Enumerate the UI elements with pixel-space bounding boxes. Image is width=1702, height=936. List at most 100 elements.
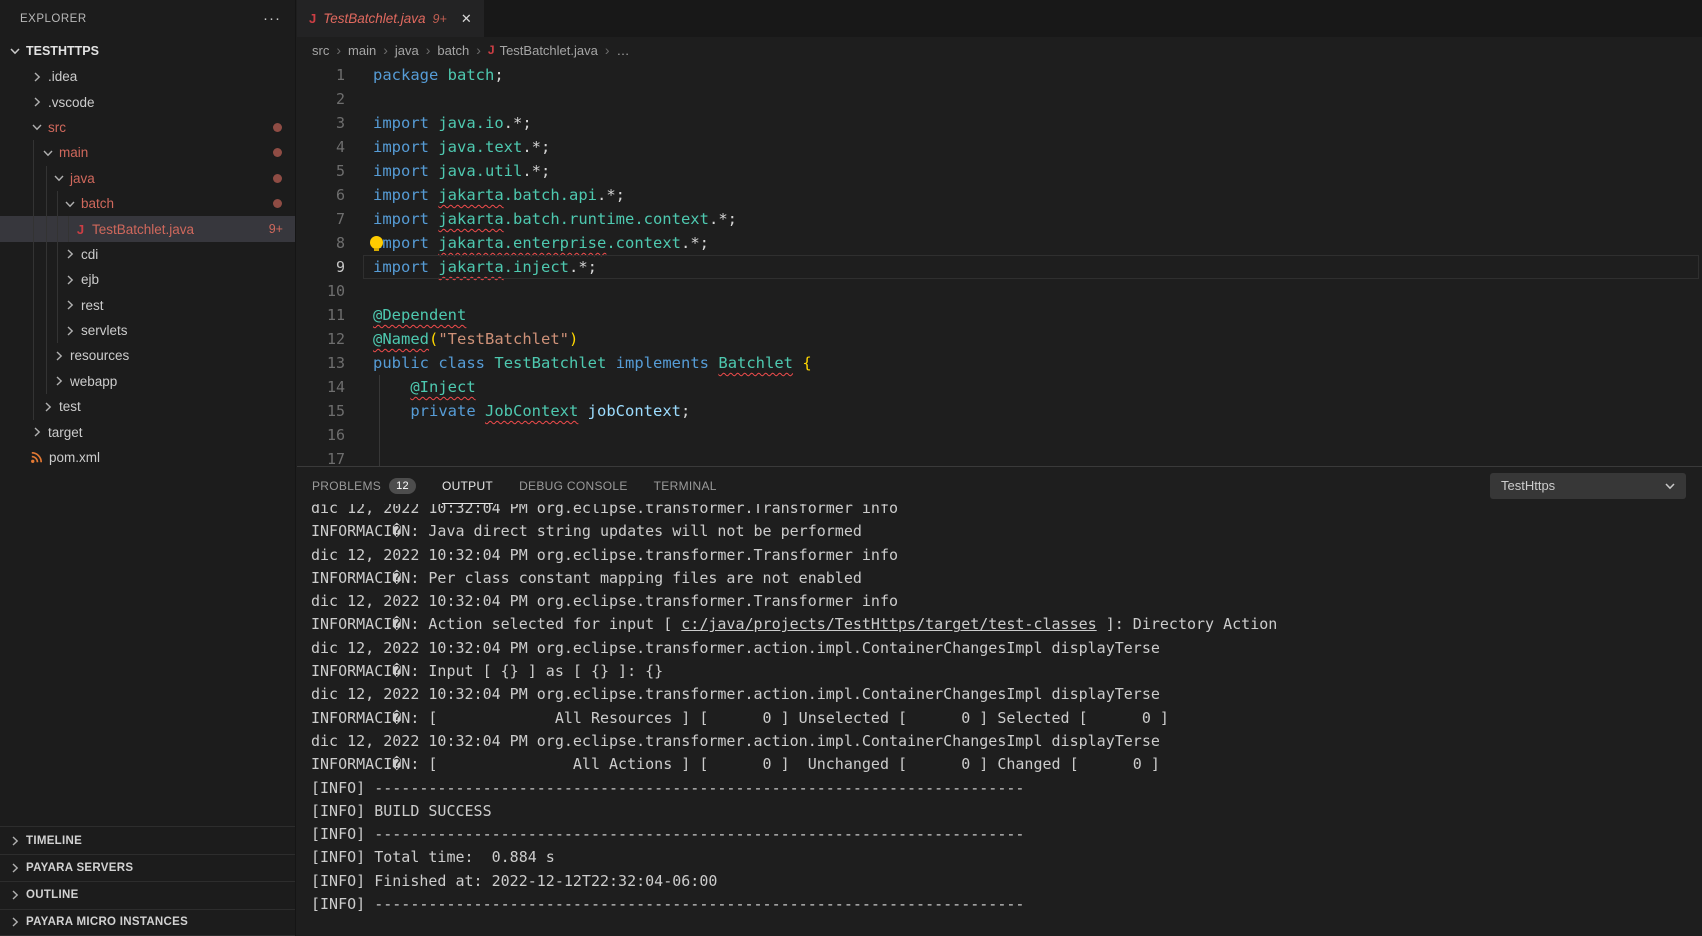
workspace-root-row[interactable]: TESTHTTPS: [0, 38, 295, 64]
sidebar-section-outline[interactable]: OUTLINE: [0, 881, 295, 908]
close-icon[interactable]: ✕: [461, 11, 472, 27]
error-dot-badge: [273, 123, 282, 132]
code-editor[interactable]: 1package batch; 2 3 import java.io.*; 4impor…: [297, 63, 1702, 466]
output-line: dic 12, 2022 10:32:04 PM org.eclipse.tra…: [311, 590, 1702, 613]
tree-item-label: src: [48, 120, 66, 135]
line-number: 9: [297, 258, 345, 276]
indent-guide: [57, 191, 58, 343]
panel-tab-terminal[interactable]: TERMINAL: [654, 467, 717, 504]
tree-item-target[interactable]: target: [0, 419, 295, 444]
code-line-17[interactable]: 17: [297, 447, 1702, 466]
code-line-11[interactable]: 11@Dependent: [297, 303, 1702, 327]
output-line: dic 12, 2022 10:32:04 PM org.eclipse.tra…: [311, 637, 1702, 660]
chevron-right-icon: [29, 69, 45, 85]
sidebar-section-payara-micro-instances[interactable]: PAYARA MICRO INSTANCES: [0, 909, 295, 936]
chevron-right-icon: [62, 272, 78, 288]
code-text: import java.io.*;: [373, 114, 532, 132]
code-text: import java.text.*;: [373, 138, 550, 156]
tree-item-label: .idea: [48, 69, 77, 84]
code-text: @Inject: [373, 378, 476, 396]
code-line-2[interactable]: 2: [297, 87, 1702, 111]
tree-item-idea[interactable]: .idea: [0, 64, 295, 89]
tree-item-ejb[interactable]: ejb: [0, 267, 295, 292]
tree-item-batch[interactable]: batch: [0, 191, 295, 216]
line-number: 12: [297, 330, 345, 348]
panel-tab-output[interactable]: OUTPUT: [442, 467, 493, 504]
line-number: 2: [297, 90, 345, 108]
tree-item-servlets[interactable]: servlets: [0, 318, 295, 343]
error-dot-badge: [273, 199, 282, 208]
code-line-14[interactable]: 14 @Inject: [297, 375, 1702, 399]
tree-item-resources[interactable]: resources: [0, 343, 295, 368]
error-dot-badge: [273, 174, 282, 183]
tree-item-cdi[interactable]: cdi: [0, 242, 295, 267]
more-actions-icon[interactable]: ···: [263, 14, 281, 24]
tree-item-rest[interactable]: rest: [0, 293, 295, 318]
output-path-link[interactable]: c:/java/projects/TestHttps/target/test-c…: [681, 615, 1096, 633]
explorer-sidebar: EXPLORER ··· TESTHTTPS .idea .vscode src ma…: [0, 0, 296, 936]
tree-item-label: TestBatchlet.java: [92, 222, 194, 237]
tree-item-vscode[interactable]: .vscode: [0, 89, 295, 114]
tree-item-label: java: [70, 171, 95, 186]
tree-item-label: .vscode: [48, 95, 95, 110]
indent-guide: [33, 140, 34, 419]
explorer-header: EXPLORER ···: [0, 0, 295, 38]
tree-item-test[interactable]: test: [0, 394, 295, 419]
tree-item-webapp[interactable]: webapp: [0, 369, 295, 394]
lightbulb-icon[interactable]: [370, 236, 383, 249]
code-line-10[interactable]: 10: [297, 279, 1702, 303]
line-number: 15: [297, 402, 345, 420]
chevron-down-icon: [51, 170, 67, 186]
breadcrumb-item-src[interactable]: src: [312, 43, 329, 58]
line-number: 14: [297, 378, 345, 396]
panel-tab-problems[interactable]: PROBLEMS12: [312, 467, 416, 504]
code-line-1[interactable]: 1package batch;: [297, 63, 1702, 87]
output-line: INFORMACI�N: Java direct string updates …: [311, 520, 1702, 543]
tree-item-label: ejb: [81, 272, 99, 287]
code-line-13[interactable]: 13public class TestBatchlet implements B…: [297, 351, 1702, 375]
breadcrumb-item-batch[interactable]: batch: [437, 43, 469, 58]
breadcrumb-item-testbatchlet-java[interactable]: TestBatchlet.java: [500, 43, 598, 58]
sidebar-section-timeline[interactable]: TIMELINE: [0, 826, 295, 853]
code-text: @Named("TestBatchlet"): [373, 330, 578, 348]
code-line-15[interactable]: 15 private JobContext jobContext;: [297, 399, 1702, 423]
code-text: package batch;: [373, 66, 504, 84]
line-number: 5: [297, 162, 345, 180]
chevron-right-icon: [62, 297, 78, 313]
tree-item-label: webapp: [70, 374, 117, 389]
code-line-6[interactable]: 6import jakarta.batch.api.*;: [297, 183, 1702, 207]
code-line-4[interactable]: 4import java.text.*;: [297, 135, 1702, 159]
code-line-5[interactable]: 5import java.util.*;: [297, 159, 1702, 183]
breadcrumb-item-java[interactable]: java: [395, 43, 419, 58]
code-line-8[interactable]: 8import jakarta.enterprise.context.*;: [297, 231, 1702, 255]
sidebar-section-payara-servers[interactable]: PAYARA SERVERS: [0, 854, 295, 881]
bottom-panel: PROBLEMS12 OUTPUT DEBUG CONSOLE TERMINAL Te…: [297, 466, 1702, 936]
tree-item-pom-xml[interactable]: pom.xml: [0, 445, 295, 470]
code-line-7[interactable]: 7import jakarta.batch.runtime.context.*;: [297, 207, 1702, 231]
section-label: OUTLINE: [26, 889, 79, 901]
code-line-16[interactable]: 16: [297, 423, 1702, 447]
tree-item-testbatchlet-java[interactable]: JTestBatchlet.java9+: [0, 216, 295, 241]
code-text: import jakarta.inject.*;: [373, 258, 597, 276]
chevron-down-icon: [29, 119, 45, 135]
tab-label: TestBatchlet.java: [323, 11, 425, 26]
tab-testbatchlet-java[interactable]: J TestBatchlet.java 9+ ✕: [297, 0, 484, 37]
tree-item-label: batch: [81, 196, 114, 211]
panel-tab-label: TERMINAL: [654, 479, 717, 493]
code-line-3[interactable]: 3 import java.io.*;: [297, 111, 1702, 135]
panel-tab-label: PROBLEMS: [312, 479, 381, 493]
breadcrumb-item-[interactable]: …: [617, 43, 630, 58]
code-line-9[interactable]: 9 import jakarta.inject.*;: [297, 255, 1702, 279]
tree-item-label: pom.xml: [49, 450, 100, 465]
tree-item-java[interactable]: java: [0, 166, 295, 191]
output-channel-select[interactable]: TestHttps: [1490, 473, 1686, 499]
tree-item-main[interactable]: main: [0, 140, 295, 165]
code-line-12[interactable]: 12 @Named("TestBatchlet"): [297, 327, 1702, 351]
tree-item-src[interactable]: src: [0, 115, 295, 140]
panel-tab-debug-console[interactable]: DEBUG CONSOLE: [519, 467, 628, 504]
output-channel-value: TestHttps: [1501, 478, 1555, 493]
code-text: private JobContext jobContext;: [373, 402, 690, 420]
panel-header: PROBLEMS12 OUTPUT DEBUG CONSOLE TERMINAL Te…: [297, 467, 1702, 504]
line-number: 3: [297, 114, 345, 132]
breadcrumb-item-main[interactable]: main: [348, 43, 376, 58]
